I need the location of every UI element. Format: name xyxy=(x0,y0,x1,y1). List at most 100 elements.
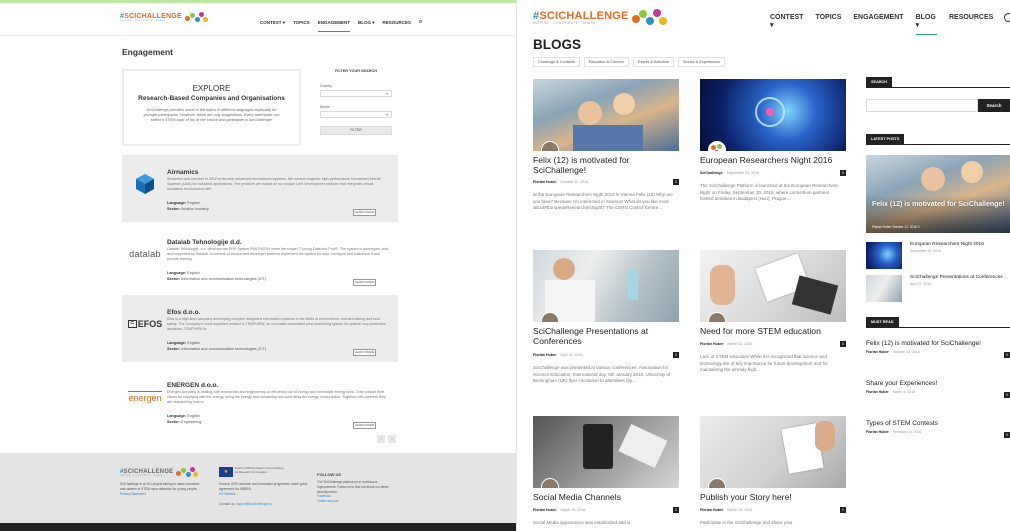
header: #SCICHALLENGE INSPIRE · CONTRIBUTE · SHA… xyxy=(0,0,516,36)
company-language: Language: English xyxy=(167,341,200,345)
comment-count[interactable]: 0 xyxy=(840,170,846,176)
latest-post-featured[interactable]: Felix (12) is motivated for SciChallenge… xyxy=(866,155,1010,233)
post-image[interactable] xyxy=(533,79,679,151)
bottom-bar xyxy=(0,523,516,531)
search-icon[interactable] xyxy=(1004,13,1010,22)
company-language: Language: English xyxy=(167,414,200,418)
learn-more-button[interactable]: LEARN MORE xyxy=(353,279,376,286)
prev-page-button[interactable]: ‹ xyxy=(377,435,385,443)
post-title[interactable]: Felix (12) is motivated for SciChallenge… xyxy=(533,155,679,176)
filter-button[interactable]: FILTER xyxy=(320,126,392,135)
sector-label: Sector xyxy=(320,105,330,109)
author-avatar xyxy=(708,141,726,151)
eu-funding-text: Horizon 2020 European Union Funding for … xyxy=(235,466,284,474)
contact-email-link[interactable]: support@scichallenge.eu xyxy=(236,502,272,506)
nav-contest[interactable]: CONTEST ▾ xyxy=(260,20,285,32)
company-name[interactable]: ENERGEN d.o.o. xyxy=(167,382,218,389)
must-read-title[interactable]: Felix (12) is motivated for SciChallenge… xyxy=(866,340,1010,347)
energen-logo: energen xyxy=(128,391,162,403)
nav-resources[interactable]: RESOURCES xyxy=(382,20,411,32)
search-icon[interactable]: ⌕ xyxy=(419,19,422,32)
nav-blog[interactable]: BLOG ▾ xyxy=(358,20,375,32)
company-name[interactable]: Efos d.o.o. xyxy=(167,309,200,316)
author-avatar xyxy=(541,141,559,151)
post-title[interactable]: European Researchers Night 2016 xyxy=(700,155,846,166)
post-meta: SciChallenge September 29, 2016 0 xyxy=(700,170,846,176)
company-sector: Sector: Information and communication te… xyxy=(167,277,267,281)
post-image[interactable] xyxy=(533,250,679,322)
comment-count[interactable]: 0 xyxy=(840,507,846,513)
eu-website-link[interactable]: EU Website xyxy=(219,492,236,496)
must-read-title[interactable]: Types of STEM Contests xyxy=(866,420,1010,427)
company-description: Datalab Tehnologije, d.d. develops the E… xyxy=(167,247,389,262)
header: #SCICHALLENGE INSPIRE · CONTRIBUTE · SHA… xyxy=(517,0,1010,35)
privacy-link[interactable]: Privacy Statement xyxy=(120,492,146,496)
must-read-title[interactable]: Share your Experiences! xyxy=(866,380,1010,387)
post-image[interactable] xyxy=(700,416,846,488)
company-card: datalab Datalab Tehnologije d.d. Datalab… xyxy=(122,225,398,292)
comment-count[interactable]: 0 xyxy=(840,341,846,347)
company-description: Airnamics was founded in 2012 to develop… xyxy=(167,177,381,192)
comment-count[interactable]: 0 xyxy=(918,225,920,229)
nav-engagement[interactable]: ENGAGEMENT xyxy=(853,14,903,35)
nav-resources[interactable]: RESOURCES xyxy=(949,14,993,35)
post-title[interactable]: Need for more STEM education xyxy=(700,326,846,337)
must-read-heading: MUST READ xyxy=(866,317,1010,328)
nav-contest[interactable]: CONTEST ▾ xyxy=(770,14,803,35)
search-button[interactable]: Search xyxy=(978,99,1010,112)
latest-post-title[interactable]: European Researchers Night 2016 September… xyxy=(910,242,1010,254)
nav-engagement[interactable]: ENGAGEMENT xyxy=(317,20,350,32)
must-read-item: Share your Experiences! Florian Huber Mar… xyxy=(866,380,1010,410)
author-avatar xyxy=(541,478,559,488)
tag-events-activities[interactable]: Events & Activities xyxy=(632,57,674,67)
sector-select[interactable] xyxy=(320,111,392,118)
comment-count[interactable]: 0 xyxy=(1004,432,1010,438)
nav-topics[interactable]: TOPICS xyxy=(293,20,310,32)
latest-post-thumb[interactable] xyxy=(866,242,902,269)
company-name[interactable]: Airnamics xyxy=(167,169,198,176)
post-title[interactable]: Publish your Story here! xyxy=(700,492,846,503)
explore-heading: EXPLORE xyxy=(192,84,231,93)
next-page-button[interactable]: › xyxy=(388,435,396,443)
explore-text: SciChallenge provides some of the topics… xyxy=(143,108,280,123)
post-title[interactable]: SciChallenge Presentations at Conference… xyxy=(533,326,679,347)
molecule-icon xyxy=(184,12,209,24)
country-select[interactable] xyxy=(320,90,392,97)
comment-count[interactable]: 0 xyxy=(1004,352,1010,358)
blog-post-card: Social Media Channels Florian Huber March… xyxy=(533,416,679,531)
latest-post-item: European Researchers Night 2016 September… xyxy=(866,242,1010,270)
footer-logo[interactable]: #SCICHALLENGE INSPIRE · CONTRIBUTE · SHA… xyxy=(120,467,199,478)
latest-post-title[interactable]: SciChallenge Presentations at Conference… xyxy=(910,275,1010,287)
scichallenge-logo[interactable]: #SCICHALLENGE INSPIRE · CONTRIBUTE · SHA… xyxy=(533,9,668,27)
main-nav: CONTEST ▾ TOPICS ENGAGEMENT BLOG ▾ RESOU… xyxy=(770,13,1010,35)
tag-stories-experiences[interactable]: Stories & Experiences xyxy=(677,57,726,67)
post-meta: Florian Huber March 29, 2016 0 xyxy=(533,507,679,513)
comment-count[interactable]: 0 xyxy=(673,352,679,358)
comment-count[interactable]: 0 xyxy=(673,179,679,185)
eu-flag-icon: ★ xyxy=(219,467,233,477)
airnamics-logo xyxy=(124,169,166,199)
nav-blog[interactable]: BLOG ▾ xyxy=(915,14,937,35)
twitter-link[interactable]: Twitter account xyxy=(317,499,397,504)
tag-challenge-contests[interactable]: Challenge & Contests xyxy=(533,57,580,67)
search-form: Search xyxy=(866,99,1010,112)
comment-count[interactable]: 0 xyxy=(1004,392,1010,398)
post-title[interactable]: Social Media Channels xyxy=(533,492,679,503)
post-image[interactable] xyxy=(700,79,846,151)
tag-education-careers[interactable]: Education & Careers xyxy=(583,57,629,67)
post-meta: Florian Huber March 29, 2016 0 xyxy=(700,507,846,513)
learn-more-button[interactable]: LEARN MORE xyxy=(353,349,376,356)
comment-count[interactable]: 0 xyxy=(673,507,679,513)
company-description: Efos is a high-tech company developing c… xyxy=(167,317,386,332)
scichallenge-logo[interactable]: #SCICHALLENGE INSPIRE · CONTRIBUTE · SHA… xyxy=(120,12,209,24)
post-image[interactable] xyxy=(700,250,846,322)
featured-title[interactable]: Felix (12) is motivated for SciChallenge… xyxy=(872,201,1005,209)
post-image[interactable] xyxy=(533,416,679,488)
search-input[interactable] xyxy=(866,99,978,112)
learn-more-button[interactable]: LEARN MORE xyxy=(353,422,376,429)
latest-post-thumb[interactable] xyxy=(866,275,902,302)
filter-panel: FILTER YOUR SEARCH Country Sector FILTER xyxy=(313,69,399,146)
nav-topics[interactable]: TOPICS xyxy=(815,14,841,35)
company-name[interactable]: Datalab Tehnologije d.d. xyxy=(167,239,242,246)
learn-more-button[interactable]: LEARN MORE xyxy=(353,209,376,216)
